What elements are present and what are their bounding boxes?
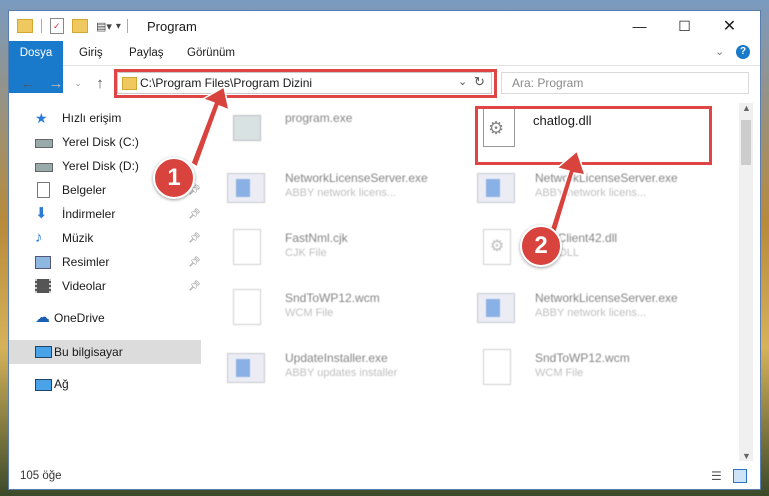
arrow-2 [548,149,587,238]
scroll-up-icon[interactable]: ▲ [742,103,751,113]
arrow-1 [190,85,231,169]
scroll-down-icon[interactable]: ▼ [742,451,751,461]
item-count: 105 öğe [20,470,62,482]
vertical-scrollbar[interactable]: ▲ ▼ [739,103,753,461]
status-bar: 105 öğe ☰ [9,465,760,489]
callout-2: 2 [520,225,562,267]
details-view-icon[interactable]: ☰ [711,469,722,483]
explorer-window: ✓ ▤▾ ▾ Program — ☐ ✕ Dosya Giriş Paylaş … [8,10,761,490]
scrollbar-thumb[interactable] [741,120,751,165]
large-icons-view-icon[interactable] [733,469,747,483]
callout-arrows [190,85,587,238]
callout-1: 1 [153,157,195,199]
